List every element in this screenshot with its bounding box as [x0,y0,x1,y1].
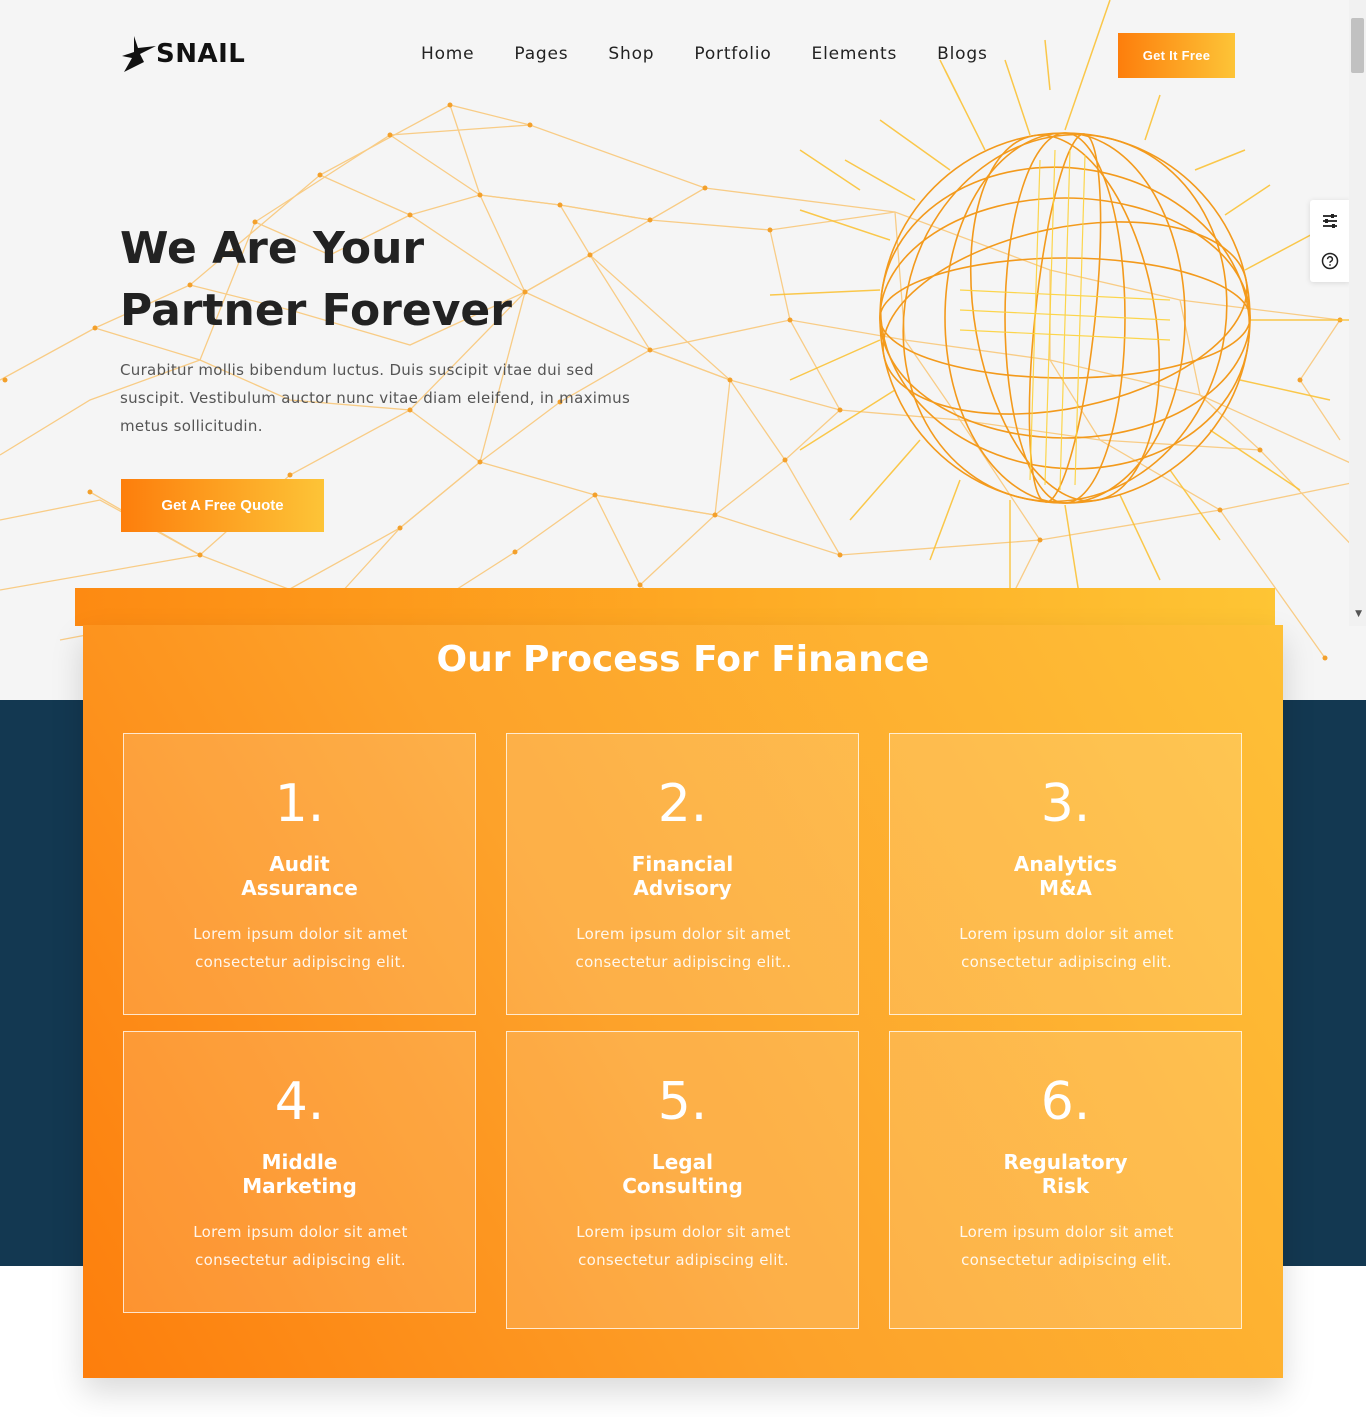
sliders-icon[interactable] [1320,211,1340,231]
brand-logo[interactable]: SNAIL [120,34,245,74]
process-card-2: 2. Financial Advisory Lorem ipsum dolor … [506,733,859,1015]
card-title: Legal Consulting [507,1150,858,1198]
card-description: Lorem ipsum dolor sit amet consectetur a… [959,1223,1174,1269]
card-title-line-2: Advisory [633,876,732,900]
card-number: 2. [657,774,708,834]
card-description: Lorem ipsum dolor sit amet consectetur a… [576,1223,791,1269]
process-card-5: 5. Legal Consulting Lorem ipsum dolor si… [506,1031,859,1329]
process-section: Our Process For Finance 1. Audit Assuran… [83,625,1283,1378]
card-title-line-1: Financial [631,852,734,876]
card-description: Lorem ipsum dolor sit amet consectetur a… [193,925,408,971]
card-number: 3. [1040,774,1091,834]
card-description: Lorem ipsum dolor sit amet consectetur a… [575,925,792,971]
card-number: 1. [274,774,325,834]
process-card-1: 1. Audit Assurance Lorem ipsum dolor sit… [123,733,476,1015]
card-title-line-2: Assurance [241,876,358,900]
process-heading: Our Process For Finance [436,639,930,680]
card-title: Regulatory Risk [890,1150,1241,1198]
card-number: 6. [1040,1072,1091,1132]
card-number: 4. [274,1072,325,1132]
brand-name: SNAIL [156,39,246,69]
nav-item-portfolio[interactable]: Portfolio [694,44,771,64]
process-card-6: 6. Regulatory Risk Lorem ipsum dolor sit… [889,1031,1242,1329]
nav-item-elements[interactable]: Elements [812,44,898,64]
card-description: Lorem ipsum dolor sit amet consectetur a… [959,925,1174,971]
card-title-line-1: Audit [269,852,330,876]
get-a-free-quote-button[interactable]: Get A Free Quote [121,479,324,532]
snail-logo-icon [122,36,156,72]
card-number: 5. [657,1072,708,1132]
card-title: Audit Assurance [124,852,475,900]
card-title-line-2: Consulting [622,1174,743,1198]
card-title: Middle Marketing [124,1150,475,1198]
card-description: Lorem ipsum dolor sit amet consectetur a… [193,1223,408,1269]
card-title-line-1: Regulatory [1003,1150,1128,1174]
hero-title-line-2: Partner Forever [120,285,512,336]
scrollbar-thumb[interactable] [1351,18,1364,73]
scroll-down-arrow-icon[interactable]: ▼ [1355,609,1362,619]
side-tools-panel [1310,200,1350,282]
hero-description: Curabitur mollis bibendum luctus. Duis s… [120,361,631,435]
hero-title: We Are Your Partner Forever [120,218,640,342]
nav-item-home[interactable]: Home [421,44,474,64]
get-it-free-button[interactable]: Get It Free [1118,33,1235,78]
main-nav: Home Pages Shop Portfolio Elements Blogs [421,44,1028,64]
help-circle-icon[interactable] [1320,251,1340,271]
card-title: Analytics M&A [890,852,1241,900]
process-card-4: 4. Middle Marketing Lorem ipsum dolor si… [123,1031,476,1313]
process-section-tab [75,588,1275,626]
hero-title-line-1: We Are Your [120,223,425,274]
card-title-line-2: Risk [1041,1174,1090,1198]
page-scrollbar[interactable]: ▼ [1349,0,1366,626]
process-card-3: 3. Analytics M&A Lorem ipsum dolor sit a… [889,733,1242,1015]
card-title-line-1: Analytics [1013,852,1118,876]
card-title-line-2: Marketing [242,1174,357,1198]
card-title: Financial Advisory [507,852,858,900]
card-title-line-2: M&A [1039,876,1092,900]
card-title-line-1: Middle [261,1150,338,1174]
nav-item-shop[interactable]: Shop [608,44,654,64]
nav-item-blogs[interactable]: Blogs [937,44,987,64]
nav-item-pages[interactable]: Pages [514,44,568,64]
card-title-line-1: Legal [652,1150,713,1174]
